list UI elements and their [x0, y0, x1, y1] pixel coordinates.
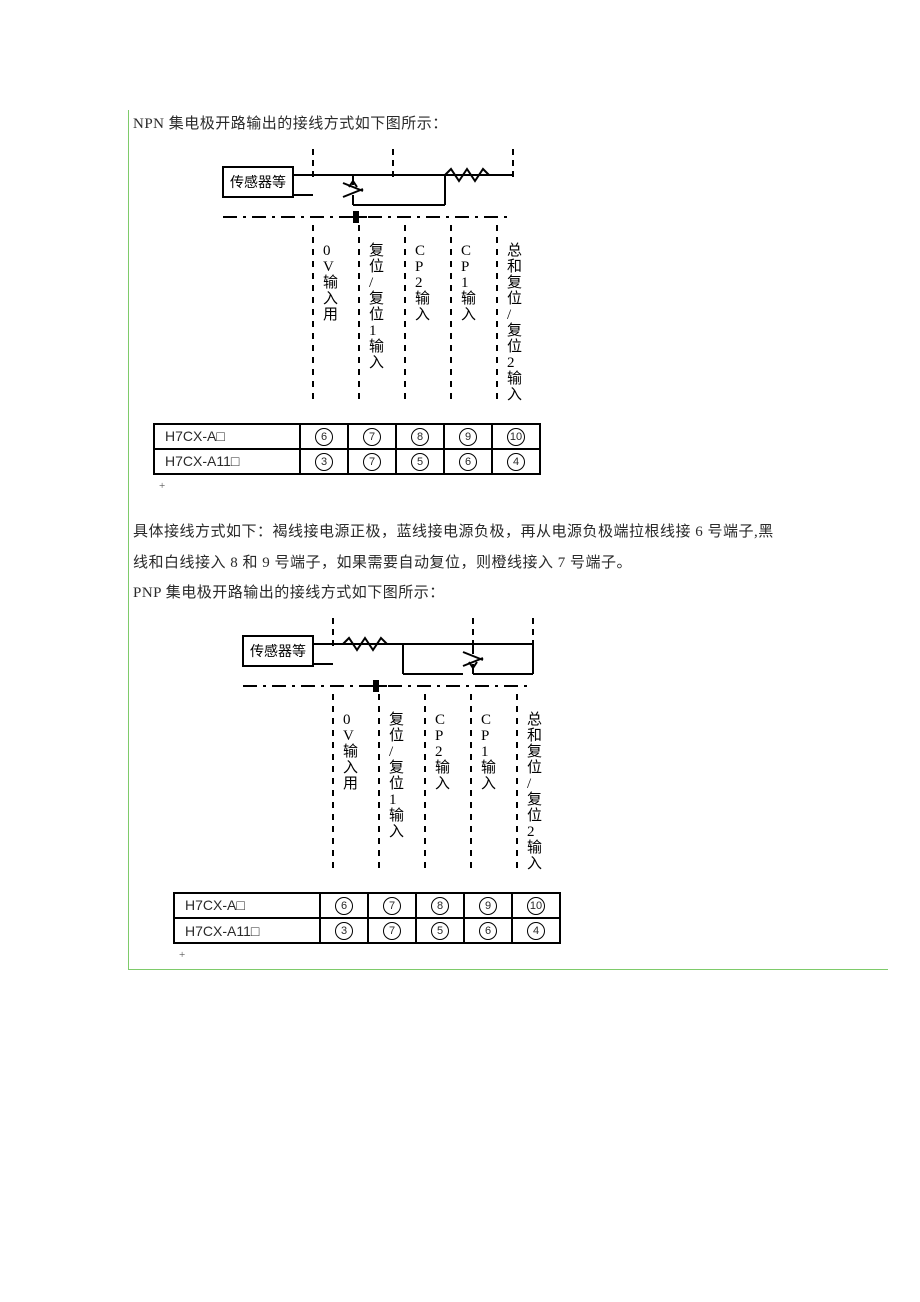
pnp-diagram: 传感器等 — [173, 614, 888, 962]
table-row: H7CX-A11□ 3 7 5 6 4 — [154, 449, 540, 474]
term-num: 8 — [411, 428, 429, 446]
term-num: 4 — [507, 453, 525, 471]
pnp-terminal-table: H7CX-A□ 6 7 8 9 10 H7CX-A11□ 3 7 5 6 4 — [173, 892, 561, 945]
sensor-label-pnp: 传感器等 — [250, 643, 306, 660]
svg-text:复位/复位1输入: 复位/复位1输入 — [389, 710, 404, 840]
svg-text:CP1输入: CP1输入 — [481, 712, 496, 792]
table-row: H7CX-A□ 6 7 8 9 10 — [154, 424, 540, 449]
mid-para2: 线和白线接入 8 和 9 号端子，如果需要自动复位，则橙线接入 7 号端子。 — [133, 549, 888, 578]
svg-text:CP2输入: CP2输入 — [435, 712, 450, 792]
table-row: H7CX-A11□ 3 7 5 6 4 — [174, 918, 560, 943]
term-num: 10 — [507, 428, 525, 446]
col0-label: 0V输入用 — [323, 243, 338, 323]
sensor-label-npn: 传感器等 — [230, 174, 286, 191]
table-row: H7CX-A□ 6 7 8 9 10 — [174, 893, 560, 918]
mid-para1: 具体接线方式如下：褐线接电源正极，蓝线接电源负极，再从电源负极端拉根线接 6 号… — [133, 518, 888, 547]
plus-mark: + — [153, 480, 165, 492]
col4-label: 总和复位/复位2输入 — [507, 242, 522, 403]
term-num: 5 — [411, 453, 429, 471]
term-num: 7 — [363, 428, 381, 446]
term-num: 3 — [315, 453, 333, 471]
npn-terminal-table: H7CX-A□ 6 7 8 9 10 H7CX-A11□ 3 7 5 6 4 — [153, 423, 541, 476]
npn-diagram: 传感器等 — [153, 145, 888, 493]
intro-pnp: PNP 集电极开路输出的接线方式如下图所示： — [133, 579, 888, 608]
row-hdr-a11: H7CX-A11□ — [154, 449, 300, 474]
intro-npn: NPN 集电极开路输出的接线方式如下图所示： — [133, 110, 888, 139]
col2-label: CP2输入 — [415, 243, 430, 323]
row-hdr-a: H7CX-A□ — [154, 424, 300, 449]
term-num: 6 — [315, 428, 333, 446]
svg-text:0V输入用: 0V输入用 — [343, 712, 358, 792]
col3-label: CP1输入 — [461, 243, 476, 323]
term-num: 6 — [459, 453, 477, 471]
term-num: 7 — [363, 453, 381, 471]
term-num: 9 — [459, 428, 477, 446]
col1-label: 复位/复位1输入 — [369, 241, 384, 371]
content-box: NPN 集电极开路输出的接线方式如下图所示： 传感器等 — [128, 110, 888, 970]
plus-mark: + — [173, 949, 185, 961]
svg-text:总和复位/复位2输入: 总和复位/复位2输入 — [527, 711, 542, 872]
